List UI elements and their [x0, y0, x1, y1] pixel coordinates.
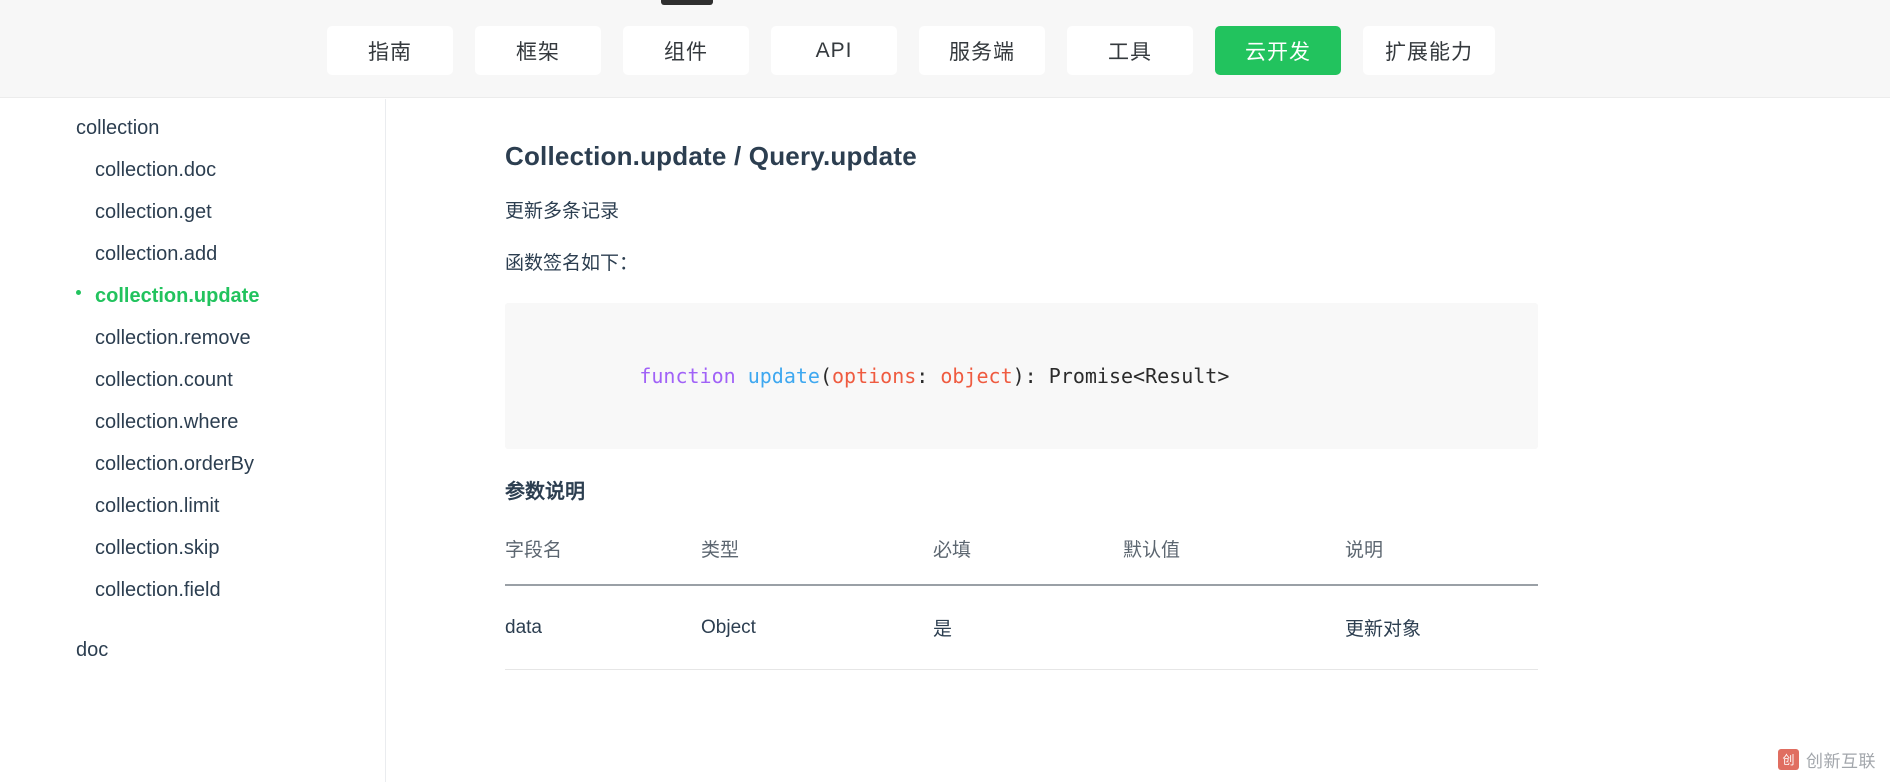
- params-table-head: 字段名 类型 必填 默认值 说明: [505, 535, 1538, 586]
- cell-field-name: data: [505, 585, 701, 670]
- page-body: collection collection.doc collection.get…: [0, 99, 1890, 782]
- code-token-keyword: function: [639, 364, 736, 388]
- sidebar-item-label: collection.limit: [95, 495, 220, 517]
- sidebar-item-collection-get[interactable]: collection.get: [0, 191, 385, 233]
- sidebar-item-collection-add[interactable]: collection.add: [0, 233, 385, 275]
- sidebar-item-collection-count[interactable]: collection.count: [0, 359, 385, 401]
- sidebar-item-collection-remove[interactable]: collection.remove: [0, 317, 385, 359]
- active-bullet-icon: [76, 290, 81, 295]
- nav-item-list: 指南 框架 组件 API 服务端 工具 云开发 扩展能力: [327, 26, 1495, 75]
- nav-item-label: 扩展能力: [1385, 40, 1473, 64]
- code-token-return-type: ): Promise<Result>: [1012, 364, 1230, 388]
- sidebar-item-label: collection.where: [95, 411, 239, 433]
- nav-item-label: 云开发: [1245, 40, 1311, 64]
- nav-item-extensions[interactable]: 扩展能力: [1363, 26, 1495, 75]
- code-token-param-type: object: [940, 364, 1013, 388]
- nav-item-label: 指南: [368, 40, 412, 64]
- column-header-description: 说明: [1345, 535, 1538, 586]
- nav-item-label: API: [815, 38, 853, 62]
- nav-item-label: 组件: [664, 40, 708, 64]
- code-token-open-paren: (: [819, 364, 832, 388]
- sidebar-item-collection-doc[interactable]: collection.doc: [0, 149, 385, 191]
- code-token-colon: :: [916, 364, 941, 388]
- nav-item-tools[interactable]: 工具: [1067, 26, 1193, 75]
- sidebar-item-collection-orderby[interactable]: collection.orderBy: [0, 443, 385, 485]
- signature-lead-text: 函数签名如下：: [505, 253, 639, 274]
- column-header-field: 字段名: [505, 535, 701, 586]
- sidebar-group-collection[interactable]: collection: [0, 107, 385, 149]
- params-table: 字段名 类型 必填 默认值 说明 data Object 是 更新对象: [505, 535, 1538, 670]
- main-content: Collection.update / Query.update 更新多条记录 …: [386, 99, 1890, 782]
- column-header-default: 默认值: [1123, 535, 1345, 586]
- nav-item-label: 服务端: [949, 40, 1015, 64]
- sidebar-group-doc[interactable]: doc: [0, 629, 385, 671]
- page-title: Collection.update / Query.update: [505, 141, 917, 171]
- sidebar-item-collection-update[interactable]: collection.update: [0, 275, 385, 317]
- sidebar-navigation: collection collection.doc collection.get…: [0, 99, 386, 782]
- cell-description: 更新对象: [1345, 585, 1538, 670]
- sidebar-item-label: collection.count: [95, 369, 233, 391]
- code-token-param-name: options: [832, 364, 917, 388]
- watermark-text: 创新互联: [1806, 752, 1876, 771]
- sidebar-item-collection-field[interactable]: collection.field: [0, 569, 385, 611]
- params-table-body: data Object 是 更新对象: [505, 585, 1538, 670]
- table-row: data Object 是 更新对象: [505, 585, 1538, 670]
- nav-item-server[interactable]: 服务端: [919, 26, 1045, 75]
- column-header-type: 类型: [701, 535, 933, 586]
- sidebar-item-collection-limit[interactable]: collection.limit: [0, 485, 385, 527]
- site-watermark: 创 创新互联: [1778, 747, 1876, 772]
- nav-item-components[interactable]: 组件: [623, 26, 749, 75]
- params-section-title: 参数说明: [505, 481, 585, 503]
- page-description: 更新多条记录: [505, 201, 620, 222]
- content-column: Collection.update / Query.update 更新多条记录 …: [505, 139, 1538, 670]
- cell-default: [1123, 585, 1345, 670]
- sidebar-item-collection-where[interactable]: collection.where: [0, 401, 385, 443]
- sidebar-item-collection-skip[interactable]: collection.skip: [0, 527, 385, 569]
- code-token-function-name: update: [747, 364, 820, 388]
- nav-active-indicator: [661, 0, 713, 5]
- cell-required: 是: [933, 585, 1123, 670]
- top-navigation-bar: 指南 框架 组件 API 服务端 工具 云开发 扩展能力: [0, 0, 1890, 98]
- nav-item-cloud-dev[interactable]: 云开发: [1215, 26, 1341, 75]
- nav-item-label: 工具: [1108, 40, 1152, 64]
- sidebar-item-label: collection.field: [95, 579, 221, 601]
- sidebar-item-label: collection.remove: [95, 327, 251, 349]
- table-header-row: 字段名 类型 必填 默认值 说明: [505, 535, 1538, 586]
- sidebar-item-label: collection.update: [95, 285, 260, 307]
- sidebar-item-label: collection.add: [95, 243, 218, 265]
- cell-type: Object: [701, 585, 933, 670]
- nav-item-api[interactable]: API: [771, 26, 897, 75]
- function-signature-code-block: function update(options: object): Promis…: [505, 303, 1538, 449]
- column-header-required: 必填: [933, 535, 1123, 586]
- watermark-logo-icon: 创: [1778, 749, 1799, 770]
- nav-item-guide[interactable]: 指南: [327, 26, 453, 75]
- sidebar-item-label: collection.doc: [95, 159, 217, 181]
- sidebar-item-label: collection.orderBy: [95, 453, 254, 475]
- nav-item-framework[interactable]: 框架: [475, 26, 601, 75]
- sidebar-item-label: collection.skip: [95, 537, 220, 559]
- sidebar-item-label: collection.get: [95, 201, 212, 223]
- nav-item-label: 框架: [516, 40, 560, 64]
